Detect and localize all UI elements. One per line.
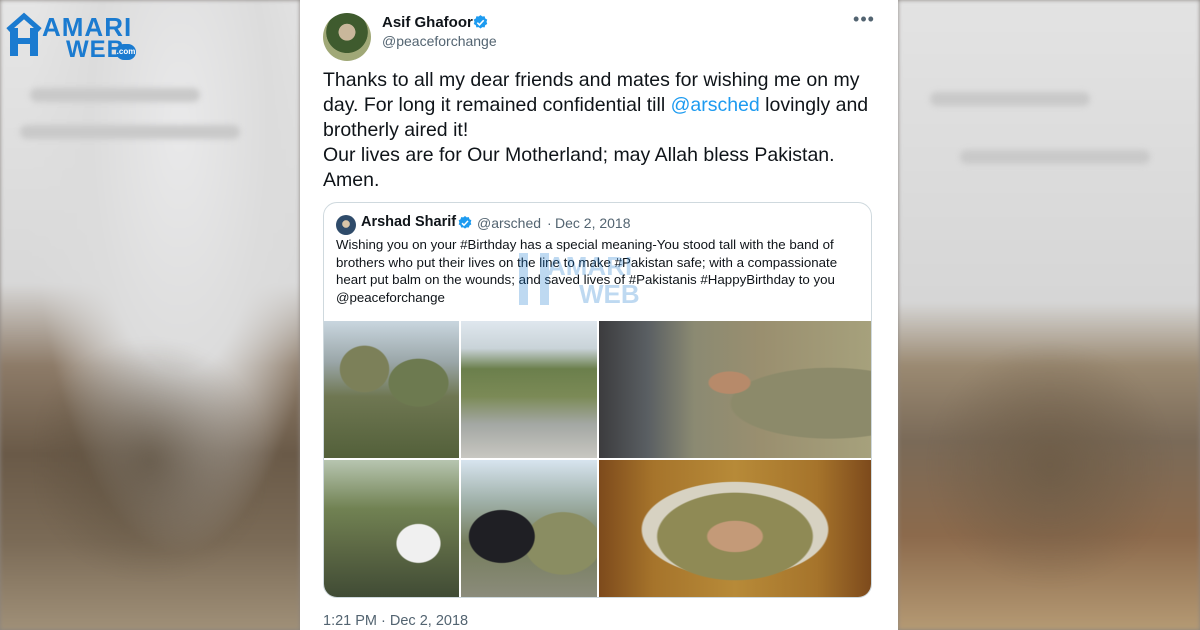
photo-portrait-painting[interactable] — [599, 460, 871, 597]
photo-soldiers-with-rifles[interactable] — [324, 321, 459, 458]
watermark-logo: AMARI WEB — [519, 251, 709, 315]
separator-dot: · — [547, 215, 552, 231]
photo-officers-walking[interactable] — [461, 460, 597, 597]
quoted-author-handle: @arsched — [477, 215, 542, 231]
house-logo-icon — [519, 253, 549, 305]
watermark-word-2: WEB — [579, 279, 640, 309]
quoted-author-name: Arshad Sharif — [361, 214, 457, 230]
verified-badge-icon — [473, 15, 488, 29]
author-avatar[interactable] — [323, 13, 371, 61]
mention-link[interactable]: @arsched — [671, 94, 760, 116]
more-horizontal-icon: ••• — [853, 9, 875, 29]
watermark-word-1: AMARI — [547, 251, 633, 281]
photo-soldiers-walking[interactable] — [461, 321, 597, 458]
author-name[interactable]: Asif Ghafoor — [382, 14, 473, 31]
quoted-author-avatar — [336, 215, 356, 235]
house-logo-icon — [6, 12, 42, 56]
background-blur — [30, 88, 200, 102]
background-blur — [960, 150, 1150, 164]
background-blur — [40, 330, 260, 590]
tweet-card: Asif Ghafoor @peaceforchange ••• Thanks … — [300, 0, 898, 630]
photo-grid — [324, 321, 871, 597]
tweet-text: Thanks to all my dear friends and mates … — [323, 68, 883, 193]
photo-soldier-in-vehicle[interactable] — [599, 321, 871, 458]
verified-badge-icon — [458, 216, 472, 229]
logo-suffix: .com — [116, 44, 136, 60]
tweet-timestamp[interactable]: 1:21 PM · Dec 2, 2018 — [323, 613, 468, 629]
background-blur — [930, 92, 1090, 106]
photo-soldiers-with-civilian[interactable] — [324, 460, 459, 597]
tweet-text-line: Our lives are for Our Motherland; may Al… — [323, 144, 835, 191]
background-blur — [930, 340, 1170, 590]
author-handle[interactable]: @peaceforchange — [382, 33, 497, 49]
quoted-tweet[interactable]: Arshad Sharif @arsched · Dec 2, 2018 Wis… — [323, 202, 872, 598]
background-blur — [20, 125, 240, 139]
more-options-button[interactable]: ••• — [852, 9, 876, 32]
quoted-date: Dec 2, 2018 — [555, 215, 631, 231]
site-logo: AMARI WEB .com — [4, 8, 136, 63]
